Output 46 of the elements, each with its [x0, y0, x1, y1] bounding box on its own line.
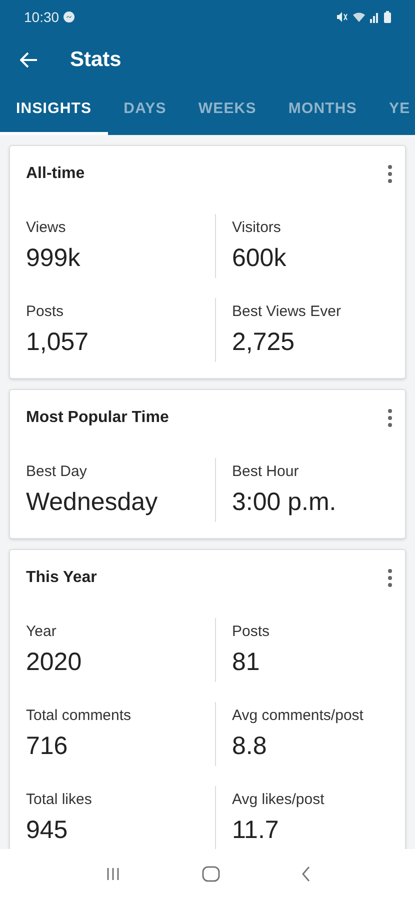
stat-value: 81 [232, 647, 261, 678]
stat-value: 2020 [26, 647, 83, 678]
more-icon[interactable] [387, 408, 393, 428]
more-icon[interactable] [387, 164, 393, 184]
back-icon[interactable] [20, 52, 38, 68]
stat-label: Avg comments/post [232, 706, 364, 726]
stat-value: 945 [26, 815, 69, 846]
signal-icon [370, 11, 380, 23]
tab[interactable]: YE [372, 86, 415, 135]
stat-value: 600k [232, 243, 288, 274]
stat-value: 716 [26, 731, 69, 762]
stat-label: Total comments [26, 706, 132, 726]
home-icon[interactable] [202, 866, 220, 882]
stat-value: 3:00 p.m. [232, 487, 338, 518]
stat-value: Wednesday [26, 487, 159, 518]
stat-label: Best Hour [232, 462, 300, 482]
screen-title: Stats [70, 47, 122, 74]
card-title: Most Popular Time [26, 408, 169, 428]
more-icon[interactable] [387, 568, 393, 588]
wifi-icon [352, 11, 366, 23]
stat-label: Best Day [26, 462, 88, 482]
tab[interactable]: WEEKS [182, 86, 272, 135]
status-time: 10:30 [24, 8, 60, 26]
recent-apps-icon[interactable] [104, 867, 120, 881]
tab[interactable]: DAYS [108, 86, 182, 135]
stat-label: Posts [232, 622, 271, 642]
back-nav-icon[interactable] [300, 866, 310, 882]
stat-label: Visitors [232, 218, 282, 238]
stat-value: 999k [26, 243, 82, 274]
stat-value: 11.7 [232, 815, 280, 846]
tab[interactable]: INSIGHTS [0, 86, 108, 135]
card-title: This Year [26, 568, 97, 588]
stat-label: Best Views Ever [232, 302, 342, 322]
stat-value: 8.8 [232, 731, 268, 762]
stat-value: 2,725 [232, 327, 296, 358]
stat-label: Posts [26, 302, 65, 322]
stat-value: 1,057 [26, 327, 90, 358]
stat-label: Avg likes/post [232, 790, 326, 810]
stat-label: Views [26, 218, 67, 238]
messenger-icon [63, 11, 76, 23]
stat-label: Total likes [26, 790, 93, 810]
card-title: All-time [26, 164, 85, 184]
stat-label: Year [26, 622, 58, 642]
tab[interactable]: MONTHS [272, 86, 373, 135]
battery-icon [384, 11, 391, 23]
mute-icon [336, 11, 348, 23]
